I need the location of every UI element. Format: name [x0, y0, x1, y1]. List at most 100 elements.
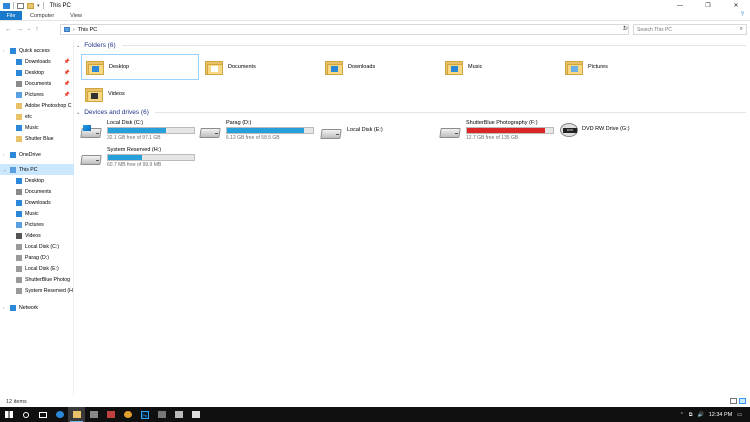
sidebar-item-pictures[interactable]: Pictures 📌 [0, 89, 74, 100]
app-6[interactable] [153, 407, 170, 422]
app-8[interactable] [187, 407, 204, 422]
tab-file[interactable]: File [0, 11, 22, 20]
drive-parag-d[interactable]: Parag (D:) 6.12 GB free of 58.5 GB [199, 120, 314, 141]
app-7[interactable] [170, 407, 187, 422]
expand-chevron-icon[interactable]: › [3, 152, 4, 157]
help-icon[interactable]: ? [741, 12, 744, 18]
sidebar-item-etc[interactable]: etc [0, 111, 74, 122]
sidebar-item-label: Quick access [19, 47, 50, 54]
drive-dvd-rw-drive-g[interactable]: DVD DVD RW Drive (G:) [560, 121, 630, 137]
maximize-button[interactable]: ❐ [694, 0, 722, 11]
drive-info: System Reserved (H:) 60.7 MB free of 99.9… [107, 147, 195, 168]
sidebar-item-shutter-blue[interactable]: Shutter Blue [0, 133, 74, 144]
start-button[interactable] [0, 407, 17, 422]
sidebar-item-music[interactable]: Music [0, 208, 74, 219]
photoshop-app[interactable]: Ps [136, 407, 153, 422]
details-view-button[interactable] [730, 398, 737, 404]
drive-info: Parag (D:) 6.12 GB free of 58.5 GB [226, 120, 314, 141]
folder-desktop[interactable]: Desktop [81, 54, 199, 80]
videos-folder-icon [85, 86, 103, 102]
network-icon[interactable]: ⧉ [689, 412, 693, 418]
tab-computer[interactable]: Computer [22, 11, 62, 20]
folders-group-header[interactable]: ⌄ Folders (6) [76, 42, 746, 49]
app-icon [157, 411, 166, 418]
folder-videos[interactable]: Videos [81, 81, 199, 107]
back-button[interactable]: ← [5, 26, 12, 33]
action-center-icon[interactable]: ▭ [737, 412, 742, 418]
toolbar-divider [42, 2, 44, 9]
sidebar-item-videos[interactable]: Videos [0, 230, 74, 241]
sidebar-item-music[interactable]: Music [0, 122, 74, 133]
sidebar-item-label: Documents [25, 188, 52, 195]
star-icon [10, 47, 16, 54]
up-button[interactable]: ↑ [35, 26, 39, 33]
sidebar-item-local-disk-e[interactable]: Local Disk (E:) [0, 263, 74, 274]
sidebar-item-label: Downloads [25, 58, 51, 65]
show-hidden-icons-chevron-icon[interactable]: ⌃ [680, 412, 684, 418]
folders-heading: Folders (6) [84, 42, 116, 49]
sidebar-item-system-reserved-h[interactable]: System Reserved (H [0, 285, 74, 296]
folder-pictures[interactable]: Pictures [561, 54, 679, 80]
sidebar-item-shutterblue-photog[interactable]: ShutterBlue Photog [0, 274, 74, 285]
sidebar-item-desktop[interactable]: Desktop [0, 175, 74, 186]
large-icons-view-button[interactable] [739, 398, 746, 404]
forward-button[interactable]: → [16, 26, 23, 33]
folder-music[interactable]: Music [441, 54, 559, 80]
refresh-button[interactable]: ↻ [623, 25, 628, 32]
new-folder-icon[interactable] [27, 2, 34, 9]
edge-app[interactable] [51, 407, 68, 422]
sidebar-item-parag-d[interactable]: Parag (D:) [0, 252, 74, 263]
collapse-chevron-icon[interactable]: ⌄ [76, 110, 80, 116]
sidebar-item-local-disk-c[interactable]: Local Disk (C:) [0, 241, 74, 252]
sidebar-item-desktop[interactable]: Desktop 📌 [0, 67, 74, 78]
app-icon [174, 411, 183, 418]
volume-icon[interactable]: 🔊 [697, 412, 703, 418]
search-icon: ⌕ [739, 26, 743, 32]
breadcrumb-separator-icon[interactable]: › [73, 27, 75, 33]
expand-chevron-icon[interactable]: › [3, 48, 4, 53]
desktop-icon [16, 177, 22, 184]
drives-group-header[interactable]: ⌄ Devices and drives (6) [76, 109, 746, 116]
app-icon [89, 411, 98, 418]
edge-icon [55, 411, 64, 418]
windows-logo-icon [83, 125, 91, 131]
minimize-button[interactable]: — [666, 0, 694, 11]
sidebar-item-pictures[interactable]: Pictures [0, 219, 74, 230]
sidebar-item-downloads[interactable]: Downloads 📌 [0, 56, 74, 67]
sidebar-item-documents[interactable]: Documents 📌 [0, 78, 74, 89]
sidebar-item-documents[interactable]: Documents [0, 186, 74, 197]
folder-downloads[interactable]: Downloads [321, 54, 439, 80]
window-menu-icon[interactable] [3, 2, 10, 9]
collapse-chevron-icon[interactable]: ⌄ [76, 43, 80, 49]
app-2[interactable] [85, 407, 102, 422]
app-3[interactable] [102, 407, 119, 422]
drive-local-disk-e[interactable]: Local Disk (E:) [320, 121, 383, 140]
sidebar-item-quick-access[interactable]: › Quick access [0, 45, 74, 56]
sidebar-item-network[interactable]: › Network [0, 302, 74, 313]
sidebar-item-adobe-photoshop-c[interactable]: Adobe Photoshop C [0, 100, 74, 111]
tab-view[interactable]: View [62, 11, 90, 20]
recent-locations-chevron-icon[interactable]: ⌄ [27, 26, 31, 32]
search-button[interactable] [17, 407, 34, 422]
close-button[interactable]: ✕ [722, 0, 750, 11]
search-input[interactable]: Search This PC ⌕ [633, 24, 747, 35]
address-bar[interactable]: › This PC ⌄ [60, 24, 629, 35]
folder-label: Music [468, 64, 483, 70]
folder-documents[interactable]: Documents [201, 54, 319, 80]
breadcrumb-this-pc[interactable]: This PC [78, 27, 98, 33]
chrome-app[interactable] [119, 407, 136, 422]
clock[interactable]: 12:34 PM [709, 412, 733, 418]
task-view-button[interactable] [34, 407, 51, 422]
properties-icon[interactable] [17, 2, 24, 9]
collapse-chevron-icon[interactable]: ⌄ [3, 167, 6, 172]
sidebar-item-this-pc[interactable]: ⌄ This PC [0, 164, 74, 175]
drive-local-disk-c[interactable]: Local Disk (C:) 32.1 GB free of 97.1 GB [80, 120, 195, 141]
customize-toolbar-chevron-icon[interactable]: ▾ [37, 3, 40, 9]
drive-shutterblue-photography-f[interactable]: ShutterBlue Photography (F:) 12.7 GB free… [439, 120, 554, 141]
drive-system-reserved-h[interactable]: System Reserved (H:) 60.7 MB free of 99.9… [80, 147, 195, 168]
expand-chevron-icon[interactable]: › [3, 305, 4, 310]
ribbon-tabs: File Computer View ? [0, 11, 750, 21]
sidebar-item-downloads[interactable]: Downloads [0, 197, 74, 208]
sidebar-item-onedrive[interactable]: › OneDrive [0, 149, 74, 160]
explorer-app[interactable] [68, 407, 85, 422]
